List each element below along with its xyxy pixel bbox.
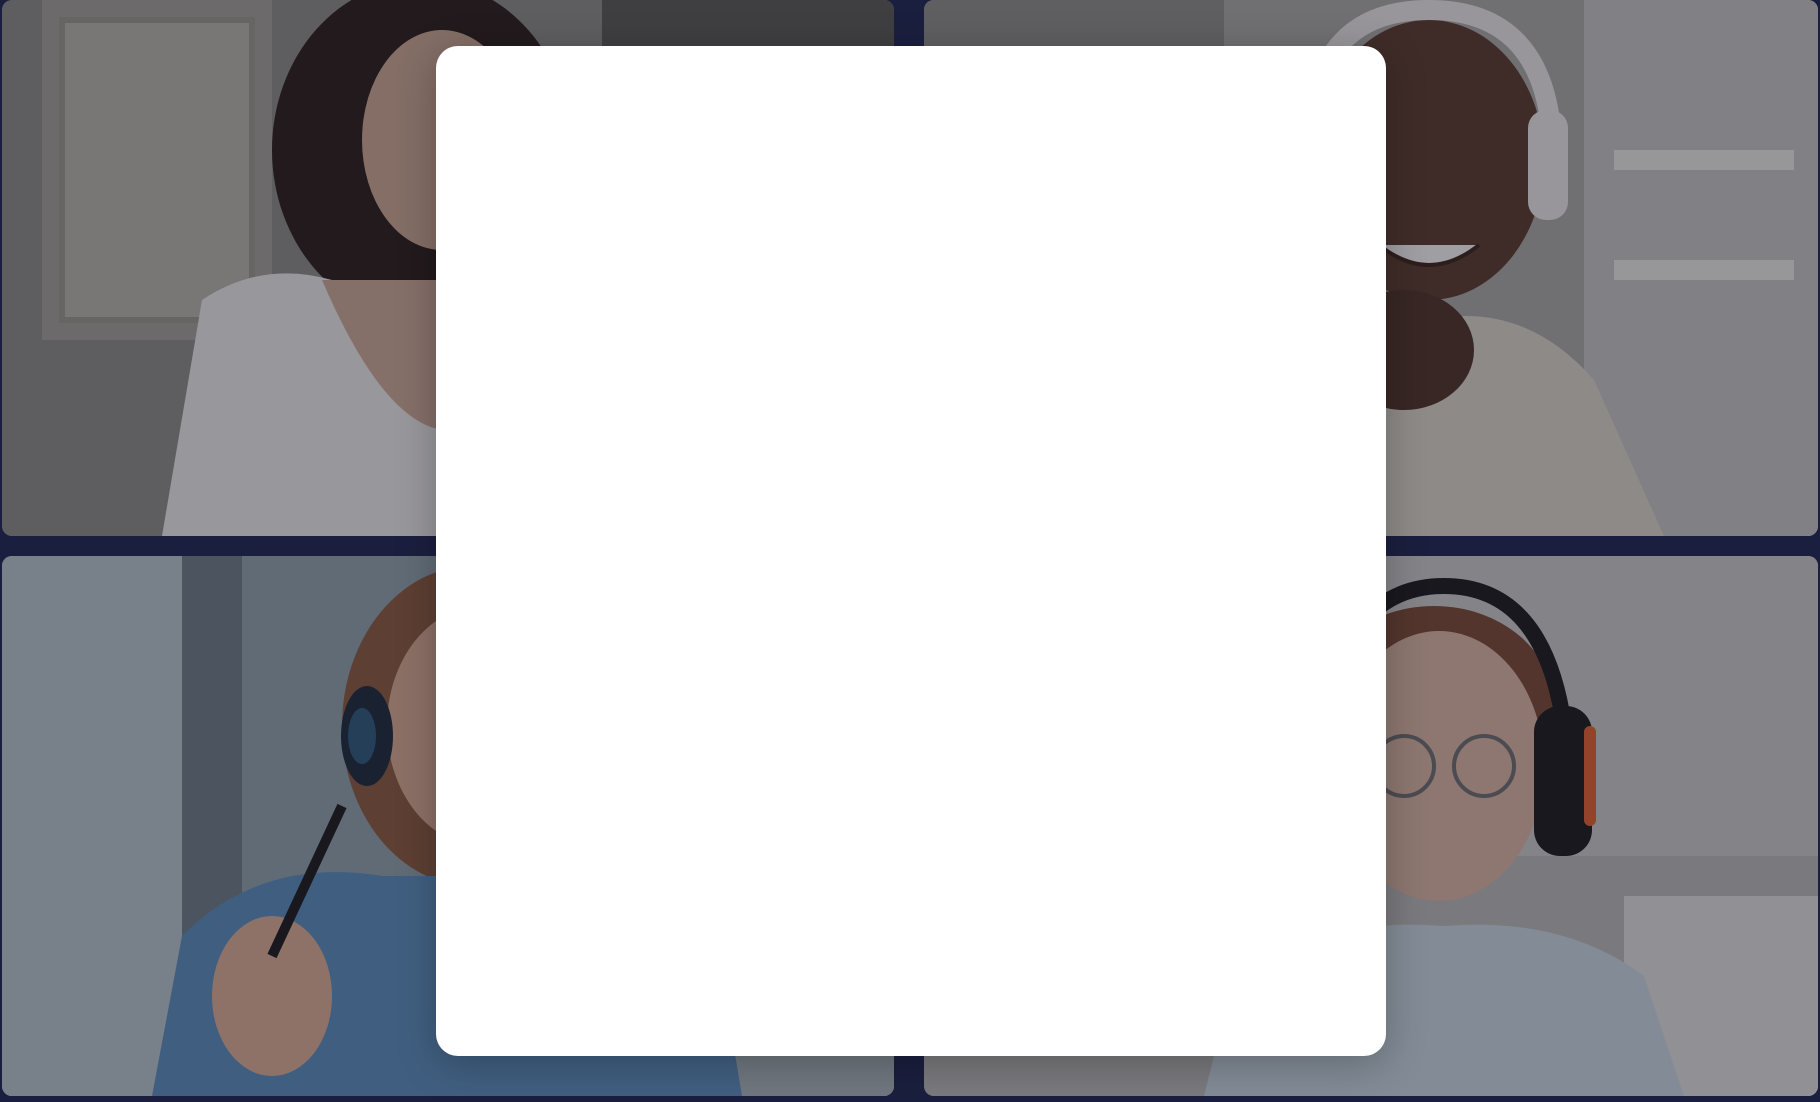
modal-dialog[interactable] bbox=[436, 46, 1386, 1056]
video-call-screen bbox=[0, 0, 1820, 1102]
